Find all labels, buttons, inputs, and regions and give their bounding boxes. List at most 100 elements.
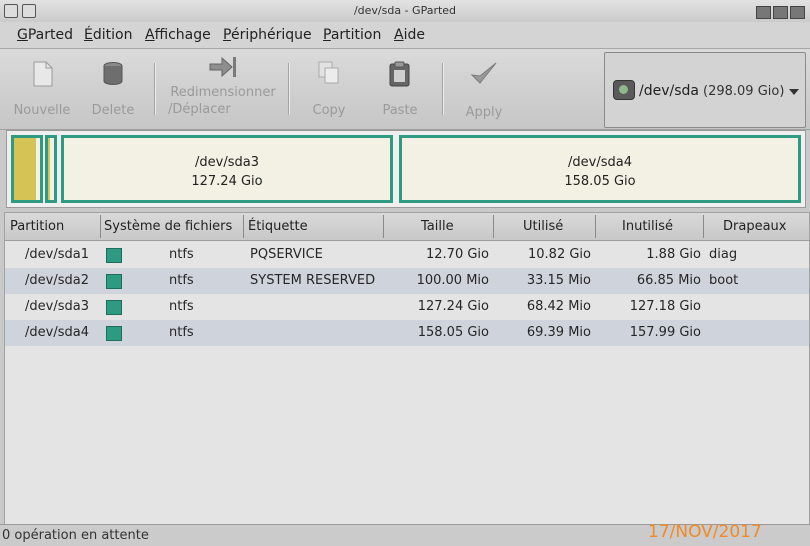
partition-block-size: 127.24 Gio	[191, 174, 263, 189]
cell-label: SYSTEM RESERVED	[250, 273, 376, 288]
header-filesystem[interactable]: Système de fichiers	[104, 219, 232, 234]
delete-icon	[103, 62, 123, 85]
column-divider	[100, 215, 101, 238]
apply-button[interactable]: Apply	[452, 49, 516, 129]
close-icon[interactable]	[790, 6, 805, 19]
cell-size: 12.70 Gio	[426, 247, 489, 262]
filesystem-color-swatch	[106, 274, 122, 289]
cell-size: 127.24 Gio	[417, 299, 489, 314]
chevron-down-icon	[789, 89, 799, 95]
table-header: Partition Système de fichiers Étiquette …	[5, 213, 809, 241]
paste-label: Paste	[382, 103, 418, 118]
paste-button[interactable]: Paste	[368, 49, 432, 129]
toolbar-separator	[442, 63, 444, 115]
partition-table: Partition Système de fichiers Étiquette …	[4, 212, 810, 526]
disk-graphic: /dev/sda3 127.24 Gio /dev/sda4 158.05 Gi…	[6, 130, 806, 208]
menu-affichage[interactable]: Affichage	[145, 27, 211, 43]
column-divider	[493, 215, 494, 238]
copy-label: Copy	[312, 103, 346, 118]
resize-arrow-icon	[209, 56, 236, 78]
menu-partition[interactable]: Partition	[323, 27, 381, 43]
header-used[interactable]: Utilisé	[523, 219, 563, 234]
table-row[interactable]: /dev/sda2 ntfs SYSTEM RESERVED 100.00 Mi…	[5, 268, 809, 294]
filesystem-color-swatch	[106, 300, 122, 315]
menu-aide[interactable]: Aide	[394, 27, 425, 43]
cell-size: 100.00 Mio	[416, 273, 489, 288]
filesystem-color-swatch	[106, 326, 122, 341]
cell-filesystem: ntfs	[169, 325, 194, 340]
partition-block-size: 158.05 Gio	[564, 174, 636, 189]
partition-block-name: /dev/sda3	[195, 155, 259, 170]
cell-partition: /dev/sda3	[25, 299, 89, 314]
window-title: /dev/sda - GParted	[353, 4, 457, 17]
date-stamp: 17/NOV/2017	[648, 522, 762, 542]
copy-button[interactable]: Copy	[298, 49, 360, 129]
table-row[interactable]: /dev/sda1 ntfs PQSERVICE 12.70 Gio 10.82…	[5, 242, 809, 268]
column-divider	[243, 215, 244, 238]
new-document-icon	[33, 61, 53, 87]
used-space-fill	[48, 138, 50, 200]
used-space-fill	[14, 138, 37, 200]
partition-block-sda4[interactable]: /dev/sda4 158.05 Gio	[399, 135, 801, 203]
menu-gparted[interactable]: GParted	[17, 27, 73, 43]
status-message: 0 opération en attente	[2, 528, 149, 543]
cell-used: 33.15 Mio	[526, 273, 591, 288]
copy-icon	[318, 61, 339, 84]
column-divider	[595, 215, 596, 238]
device-selector[interactable]: /dev/sda (298.09 Gio)	[604, 52, 806, 128]
minimize-icon[interactable]	[756, 6, 771, 19]
header-unused[interactable]: Inutilisé	[622, 219, 673, 234]
paste-clipboard-icon	[389, 61, 410, 87]
cell-used: 69.39 Mio	[526, 325, 591, 340]
cell-filesystem: ntfs	[169, 247, 194, 262]
cell-partition: /dev/sda4	[25, 325, 89, 340]
header-size[interactable]: Taille	[421, 219, 454, 234]
menu-bar: GParted Édition Affichage Périphérique P…	[0, 22, 810, 49]
new-label: Nouvelle	[13, 103, 71, 118]
cell-unused: 66.85 Mio	[636, 273, 701, 288]
maximize-icon[interactable]	[773, 6, 788, 19]
cell-filesystem: ntfs	[169, 273, 194, 288]
resize-label-line1: Redimensionner	[170, 85, 276, 100]
new-button[interactable]: Nouvelle	[8, 49, 76, 129]
partition-block-name: /dev/sda4	[568, 155, 632, 170]
cell-flags: boot	[709, 273, 739, 288]
partition-block-sda3[interactable]: /dev/sda3 127.24 Gio	[61, 135, 393, 203]
partition-block-sda1[interactable]	[11, 135, 43, 203]
cell-unused: 1.88 Gio	[646, 247, 701, 262]
header-partition[interactable]: Partition	[10, 219, 64, 234]
filesystem-color-swatch	[106, 248, 122, 263]
delete-label: Delete	[91, 103, 135, 118]
cell-used: 10.82 Gio	[528, 247, 591, 262]
device-name: /dev/sda	[639, 83, 699, 99]
title-bar: /dev/sda - GParted	[0, 0, 810, 23]
toolbar: Nouvelle Delete Redimensionner /Déplacer…	[0, 49, 810, 130]
apply-checkmark-icon	[470, 62, 497, 84]
menu-edition[interactable]: Édition	[84, 27, 132, 43]
delete-button[interactable]: Delete	[82, 49, 144, 129]
header-flags[interactable]: Drapeaux	[723, 219, 786, 234]
table-row[interactable]: /dev/sda3 ntfs 127.24 Gio 68.42 Mio 127.…	[5, 294, 809, 320]
cell-unused: 127.18 Gio	[629, 299, 701, 314]
partition-block-sda2[interactable]	[45, 135, 57, 203]
header-label[interactable]: Étiquette	[248, 219, 308, 234]
resize-label-line2: /Déplacer	[168, 102, 231, 117]
toolbar-separator	[288, 63, 290, 115]
cell-label: PQSERVICE	[250, 247, 323, 262]
table-row[interactable]: /dev/sda4 ntfs 158.05 Gio 69.39 Mio 157.…	[5, 320, 809, 346]
column-divider	[383, 215, 384, 238]
column-divider	[703, 215, 704, 238]
cell-used: 68.42 Mio	[526, 299, 591, 314]
toolbar-separator	[154, 63, 156, 115]
hard-disk-icon	[613, 80, 635, 100]
menu-peripherique[interactable]: Périphérique	[223, 27, 312, 43]
cell-size: 158.05 Gio	[417, 325, 489, 340]
cell-filesystem: ntfs	[169, 299, 194, 314]
cell-flags: diag	[709, 247, 738, 262]
cell-partition: /dev/sda1	[25, 247, 89, 262]
apply-label: Apply	[465, 105, 503, 120]
cell-unused: 157.99 Gio	[629, 325, 701, 340]
cell-partition: /dev/sda2	[25, 273, 89, 288]
resize-move-button[interactable]: Redimensionner /Déplacer	[164, 49, 282, 129]
device-size: (298.09 Gio)	[703, 84, 785, 99]
